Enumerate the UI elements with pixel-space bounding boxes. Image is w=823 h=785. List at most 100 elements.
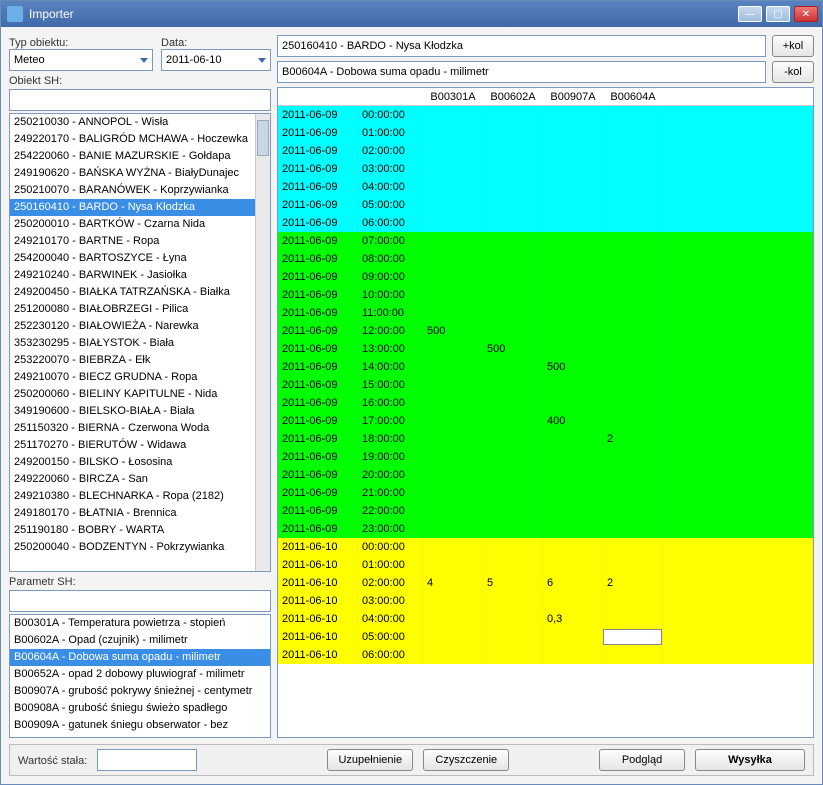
value-cell[interactable] <box>423 196 483 214</box>
date-cell[interactable]: 2011-06-09 <box>278 196 358 214</box>
time-cell[interactable]: 02:00:00 <box>358 574 423 592</box>
time-cell[interactable]: 01:00:00 <box>358 124 423 142</box>
value-cell[interactable] <box>423 610 483 628</box>
value-cell[interactable] <box>423 178 483 196</box>
value-cell[interactable] <box>483 196 543 214</box>
value-cell[interactable] <box>603 304 663 322</box>
value-cell[interactable] <box>423 358 483 376</box>
time-cell[interactable]: 09:00:00 <box>358 268 423 286</box>
value-cell[interactable] <box>483 142 543 160</box>
list-item[interactable]: 254220060 - BANIE MAZURSKIE - Gołdapa <box>10 148 270 165</box>
value-cell[interactable]: 500 <box>423 322 483 340</box>
listbox-obiekty[interactable]: 250210030 - ANNOPOL - Wisła249220170 - B… <box>9 113 271 572</box>
value-cell[interactable] <box>603 286 663 304</box>
date-cell[interactable]: 2011-06-09 <box>278 124 358 142</box>
value-cell[interactable] <box>543 340 603 358</box>
column-header[interactable] <box>278 88 358 106</box>
value-cell[interactable] <box>483 556 543 574</box>
value-cell[interactable] <box>423 538 483 556</box>
date-cell[interactable]: 2011-06-09 <box>278 430 358 448</box>
time-cell[interactable]: 16:00:00 <box>358 394 423 412</box>
list-item[interactable]: B00602A - Opad (czujnik) - milimetr <box>10 632 270 649</box>
value-cell[interactable] <box>543 394 603 412</box>
list-item[interactable]: 249210380 - BLECHNARKA - Ropa (2182) <box>10 488 270 505</box>
value-cell[interactable] <box>483 610 543 628</box>
value-cell[interactable] <box>483 448 543 466</box>
value-cell[interactable] <box>423 106 483 124</box>
value-cell[interactable] <box>543 178 603 196</box>
value-cell[interactable] <box>423 502 483 520</box>
time-cell[interactable]: 08:00:00 <box>358 250 423 268</box>
value-cell[interactable] <box>543 466 603 484</box>
value-cell[interactable] <box>483 466 543 484</box>
list-item[interactable]: 252230120 - BIAŁOWIEŻA - Narewka <box>10 318 270 335</box>
time-cell[interactable]: 04:00:00 <box>358 610 423 628</box>
value-cell[interactable] <box>603 592 663 610</box>
time-cell[interactable]: 03:00:00 <box>358 592 423 610</box>
date-cell[interactable]: 2011-06-09 <box>278 412 358 430</box>
value-cell[interactable]: 4 <box>423 574 483 592</box>
value-cell[interactable] <box>423 466 483 484</box>
czyszczenie-button[interactable]: Czyszczenie <box>423 749 509 771</box>
time-cell[interactable]: 01:00:00 <box>358 556 423 574</box>
value-cell[interactable] <box>483 250 543 268</box>
time-cell[interactable]: 03:00:00 <box>358 160 423 178</box>
value-cell[interactable] <box>483 124 543 142</box>
list-item[interactable]: 250200040 - BODZENTYN - Pokrzywianka <box>10 539 270 556</box>
value-cell[interactable]: 2 <box>603 430 663 448</box>
value-cell[interactable] <box>543 196 603 214</box>
value-cell[interactable] <box>543 592 603 610</box>
value-cell[interactable] <box>603 484 663 502</box>
value-cell[interactable] <box>483 322 543 340</box>
list-item[interactable]: B00907A - grubość pokrywy śnieżnej - cen… <box>10 683 270 700</box>
value-cell[interactable] <box>543 520 603 538</box>
value-cell[interactable] <box>603 232 663 250</box>
date-cell[interactable]: 2011-06-10 <box>278 610 358 628</box>
podglad-button[interactable]: Podgląd <box>599 749 685 771</box>
value-cell[interactable]: 500 <box>543 358 603 376</box>
value-cell[interactable] <box>483 412 543 430</box>
value-cell[interactable] <box>543 214 603 232</box>
value-cell[interactable] <box>423 250 483 268</box>
list-item[interactable]: 250210070 - BARANÓWEK - Koprzywianka <box>10 182 270 199</box>
time-cell[interactable]: 13:00:00 <box>358 340 423 358</box>
value-cell[interactable] <box>543 286 603 304</box>
time-cell[interactable]: 00:00:00 <box>358 538 423 556</box>
time-cell[interactable]: 20:00:00 <box>358 466 423 484</box>
value-cell[interactable] <box>543 304 603 322</box>
date-cell[interactable]: 2011-06-09 <box>278 502 358 520</box>
date-cell[interactable]: 2011-06-09 <box>278 358 358 376</box>
value-cell[interactable] <box>603 538 663 556</box>
date-cell[interactable]: 2011-06-09 <box>278 466 358 484</box>
time-cell[interactable]: 10:00:00 <box>358 286 423 304</box>
column-header[interactable]: B00602A <box>483 88 543 106</box>
date-cell[interactable]: 2011-06-10 <box>278 574 358 592</box>
list-item[interactable]: 249220170 - BALIGRÓD MCHAWA - Hoczewka <box>10 131 270 148</box>
value-cell[interactable] <box>603 340 663 358</box>
value-cell[interactable] <box>603 358 663 376</box>
value-cell[interactable] <box>543 646 603 664</box>
time-cell[interactable]: 07:00:00 <box>358 232 423 250</box>
combo-typ-obiektu[interactable]: Meteo <box>9 49 153 71</box>
value-cell[interactable] <box>423 214 483 232</box>
time-cell[interactable]: 04:00:00 <box>358 178 423 196</box>
wysylka-button[interactable]: Wysyłka <box>695 749 805 771</box>
minimize-button[interactable]: — <box>738 6 762 22</box>
list-item[interactable]: 251190180 - BOBRY - WARTA <box>10 522 270 539</box>
value-cell[interactable] <box>423 520 483 538</box>
date-cell[interactable]: 2011-06-09 <box>278 448 358 466</box>
value-cell[interactable] <box>423 448 483 466</box>
value-cell[interactable] <box>423 142 483 160</box>
value-cell[interactable] <box>543 502 603 520</box>
value-cell[interactable] <box>483 376 543 394</box>
listbox-parametry[interactable]: B00301A - Temperatura powietrza - stopie… <box>9 614 271 738</box>
value-cell[interactable] <box>543 448 603 466</box>
value-cell[interactable] <box>483 484 543 502</box>
value-cell[interactable] <box>423 124 483 142</box>
date-cell[interactable]: 2011-06-09 <box>278 160 358 178</box>
time-cell[interactable]: 05:00:00 <box>358 196 423 214</box>
value-cell[interactable] <box>483 520 543 538</box>
close-button[interactable]: ✕ <box>794 6 818 22</box>
date-cell[interactable]: 2011-06-10 <box>278 556 358 574</box>
value-cell[interactable] <box>603 196 663 214</box>
